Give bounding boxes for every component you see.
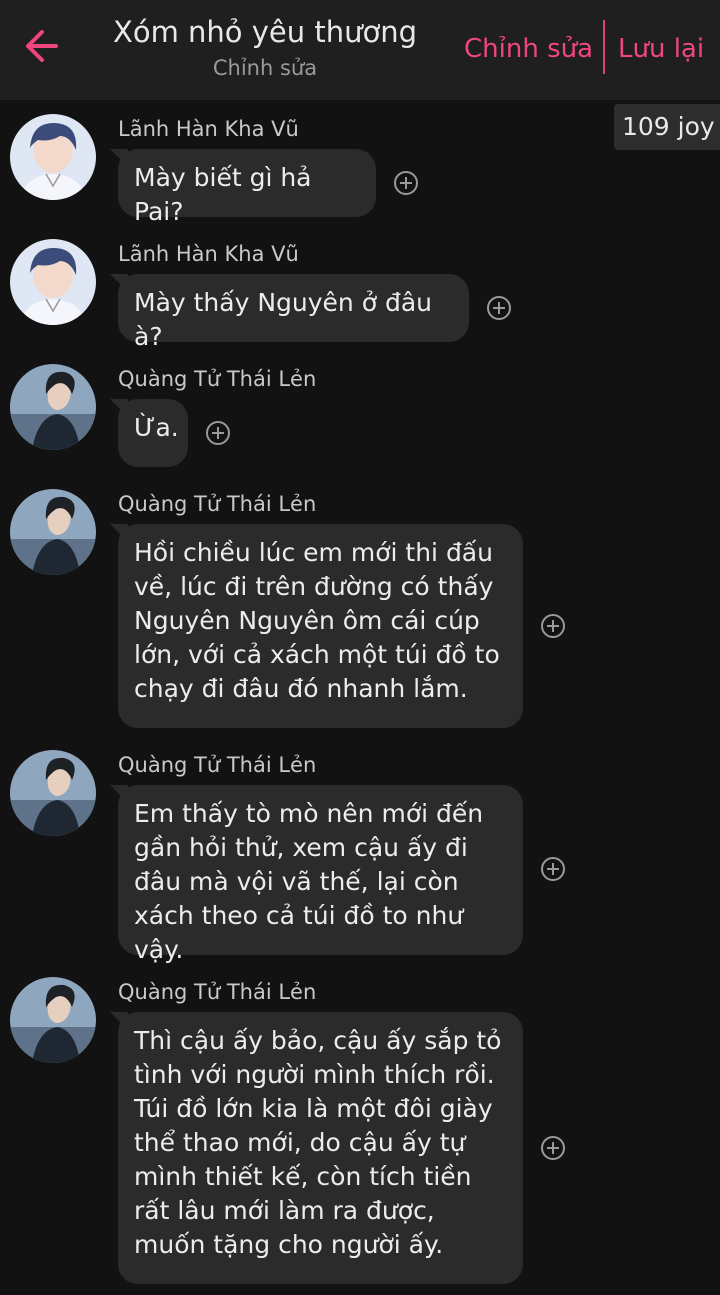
chat-subtitle: Chỉnh sửa <box>212 56 318 80</box>
avatar[interactable] <box>10 239 96 325</box>
add-reaction-icon[interactable] <box>205 420 231 446</box>
avatar[interactable] <box>10 114 96 200</box>
message-bubble[interactable]: Thì cậu ấy bảo, cậu ấy sắp tỏ tình với n… <box>118 1012 523 1284</box>
message-bubble[interactable]: Mày thấy Nguyên ở đâu à? <box>118 274 469 351</box>
add-reaction-icon[interactable] <box>486 295 512 321</box>
avatar[interactable] <box>10 750 96 836</box>
message-bubble[interactable]: Ừa. <box>118 399 188 467</box>
sender-name: Quàng Tử Thái Lẻn <box>118 492 317 516</box>
title-block: Xóm nhỏ yêu thương Chỉnh sửa <box>90 12 440 84</box>
avatar[interactable] <box>10 364 96 450</box>
add-reaction-icon[interactable] <box>540 1135 566 1161</box>
app-header: Xóm nhỏ yêu thương Chỉnh sửa Chỉnh sửa L… <box>0 0 720 100</box>
message-bubble[interactable]: Hồi chiều lúc em mới thi đấu về, lúc đi … <box>118 524 523 728</box>
sender-name: Quàng Tử Thái Lẻn <box>118 980 317 1004</box>
sender-name: Lãnh Hàn Kha Vũ <box>118 242 299 266</box>
header-divider <box>603 20 605 74</box>
message-bubble[interactable]: Em thấy tò mò nên mới đến gần hỏi thử, x… <box>118 785 523 964</box>
avatar[interactable] <box>10 489 96 575</box>
edit-button[interactable]: Chỉnh sửa <box>464 30 593 68</box>
back-arrow-icon[interactable] <box>22 26 62 66</box>
chat-title: Xóm nhỏ yêu thương <box>112 15 418 49</box>
sender-name: Quàng Tử Thái Lẻn <box>118 367 317 391</box>
add-reaction-icon[interactable] <box>393 170 419 196</box>
avatar[interactable] <box>10 977 96 1063</box>
save-button[interactable]: Lưu lại <box>618 30 704 68</box>
sender-name: Lãnh Hàn Kha Vũ <box>118 117 299 141</box>
sender-name: Quàng Tử Thái Lẻn <box>118 753 317 777</box>
add-reaction-icon[interactable] <box>540 613 566 639</box>
joy-count-badge: 109 joy <box>614 104 720 150</box>
add-reaction-icon[interactable] <box>540 856 566 882</box>
message-bubble[interactable]: Mày biết gì hả Pai? <box>118 149 376 226</box>
